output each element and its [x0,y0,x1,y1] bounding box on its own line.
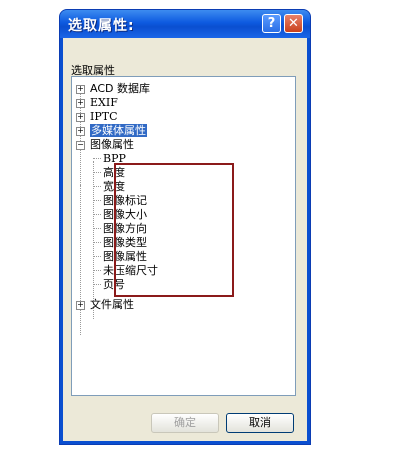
tree-line [93,172,101,173]
tree-line [93,256,101,257]
expand-icon[interactable]: + [76,113,85,122]
close-icon: ✕ [288,16,299,31]
cancel-button[interactable]: 取消 [226,413,294,433]
expand-icon[interactable]: + [76,99,85,108]
tree-line [93,270,101,271]
expand-icon[interactable]: + [76,127,85,136]
tree-node-exif[interactable]: EXIF [90,96,118,109]
tree-node-file-properties[interactable]: 文件属性 [90,298,134,311]
tree-line [93,228,101,229]
tree-line [93,214,101,215]
tree-node-image-properties[interactable]: 图像属性 [90,138,134,151]
title-bar[interactable]: 选取属性: ? ✕ [60,10,310,38]
expand-icon[interactable]: + [76,85,85,94]
tree-line [93,161,94,319]
highlight-box [114,163,234,297]
close-button[interactable]: ✕ [284,14,303,33]
help-icon: ? [267,16,276,31]
select-properties-dialog: 选取属性: ? ✕ 选取属性 + ACD 数据库 + EXIF + IPTC +… [60,10,310,444]
tree-line [93,200,101,201]
property-tree[interactable]: + ACD 数据库 + EXIF + IPTC + 多媒体属性 − 图像属性 B… [71,76,296,396]
dialog-title: 选取属性: [68,18,135,34]
ok-button[interactable]: 确定 [151,413,219,433]
tree-line [80,185,81,335]
dialog-body: 选取属性 + ACD 数据库 + EXIF + IPTC + 多媒体属性 − 图… [63,38,307,441]
tree-line [93,186,101,187]
tree-line [93,284,101,285]
help-button[interactable]: ? [262,14,281,33]
tree-node-iptc[interactable]: IPTC [90,110,118,123]
tree-line [93,242,101,243]
tree-node-multimedia[interactable]: 多媒体属性 [90,124,147,137]
collapse-icon[interactable]: − [76,141,85,150]
expand-icon[interactable]: + [76,301,85,310]
tree-node-acd[interactable]: ACD 数据库 [90,82,150,95]
tree-line [93,158,101,159]
